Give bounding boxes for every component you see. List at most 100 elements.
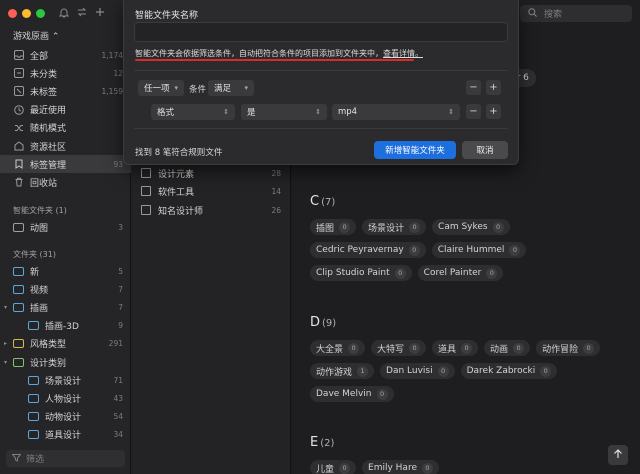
sidebar-item-untagged[interactable]: 未标签 1,159 <box>0 82 131 100</box>
folder-icon <box>13 284 24 295</box>
section-letter: D (9) <box>310 315 337 330</box>
library-switcher[interactable]: 游戏原画 ⌃ <box>13 29 59 42</box>
smart-folder-item[interactable]: 动图 3 <box>0 218 131 236</box>
sidebar-filter-input[interactable]: 筛选 <box>6 450 125 467</box>
tag-chip[interactable]: 儿童 0 <box>310 460 357 474</box>
folder-item[interactable]: ▸ 风格类型 291 <box>0 335 131 353</box>
folder-icon <box>13 302 24 313</box>
scroll-to-top-button[interactable] <box>608 445 628 465</box>
close-window-button[interactable] <box>8 9 17 18</box>
folder-item[interactable]: ▾ 插画 7 <box>0 298 131 316</box>
folder-item[interactable]: 动物设计 54 <box>0 408 131 426</box>
tag-row: Cedric Peyravernay 0 Claire Hummel 0 <box>310 242 527 258</box>
tag-chip[interactable]: 大特写 0 <box>371 340 427 356</box>
tag-chip[interactable]: Dave Melvin 0 <box>310 386 394 402</box>
rule-operator-select[interactable]: 是 ⇕ <box>241 104 327 120</box>
tag-chip[interactable]: 插图 0 <box>310 219 357 235</box>
sidebar-item-tag-manager[interactable]: 标签管理 93 <box>0 155 131 174</box>
add-rule-button[interactable]: + <box>486 104 501 119</box>
arrow-up-icon <box>613 448 623 462</box>
minimize-window-button[interactable] <box>22 9 31 18</box>
folder-item[interactable]: 道具设计 34 <box>0 426 131 444</box>
tag-chip[interactable]: Clip Studio Paint 0 <box>310 265 412 281</box>
disclosure-triangle-icon[interactable]: ▸ <box>4 340 12 347</box>
tag-icon <box>13 159 24 170</box>
clock-icon <box>13 104 24 115</box>
sidebar-nav: 全部 1,174 未分类 12 未标签 1,159 最近使用 随机模式 资源社区 <box>0 46 131 192</box>
match-mode-select[interactable]: 任一项 ▾ <box>138 80 184 96</box>
disclosure-triangle-icon[interactable]: ▾ <box>4 359 12 366</box>
section-letter: C (7) <box>310 194 336 209</box>
dialog-description: 智能文件夹会依据筛选条件，自动把符合条件的项目添加到文件夹中，查看详情。 <box>135 49 423 58</box>
sidebar-toolbar <box>58 5 106 19</box>
untagged-icon <box>13 86 24 97</box>
tag-chip[interactable]: Dan Luvisi 0 <box>380 363 455 379</box>
tag-chip[interactable]: 场景设计 0 <box>362 219 427 235</box>
folder-item[interactable]: 视频 7 <box>0 280 131 298</box>
folder-icon <box>13 338 24 349</box>
cancel-button[interactable]: 取消 <box>462 141 508 159</box>
rule-value-select[interactable]: mp4 ⇕ <box>332 104 460 120</box>
folder-section-header[interactable]: 文件夹 (31) <box>0 247 131 262</box>
shuffle-icon <box>13 122 24 133</box>
unsorted-icon <box>13 68 24 79</box>
tag-group-icon <box>141 205 151 215</box>
folder-name-input[interactable] <box>134 22 508 42</box>
folder-icon <box>28 429 39 440</box>
condition-select[interactable]: 满足 ▾ <box>208 80 254 96</box>
rule-field-select[interactable]: 格式 ⇕ <box>151 104 235 120</box>
sync-icon[interactable] <box>76 5 88 19</box>
tag-group-item[interactable]: 软件工具 14 <box>141 183 281 199</box>
sidebar-item-random[interactable]: 随机模式 <box>0 119 131 137</box>
tag-chip[interactable]: Claire Hummel 0 <box>431 242 527 258</box>
tag-chip[interactable]: Cam Sykes 0 <box>432 219 510 235</box>
section-letter: E (2) <box>310 435 335 450</box>
community-icon <box>13 141 24 152</box>
sidebar-item-trash[interactable]: 回收站 <box>0 173 131 191</box>
remove-group-button[interactable]: − <box>466 80 481 95</box>
folder-icon <box>13 357 24 368</box>
chevron-down-icon: ▾ <box>244 84 248 92</box>
add-group-button[interactable]: + <box>486 80 501 95</box>
remove-rule-button[interactable]: − <box>466 104 481 119</box>
tag-group-item[interactable]: 知名设计师 26 <box>141 202 281 218</box>
folder-item[interactable]: 新 5 <box>0 262 131 280</box>
inbox-icon <box>13 50 24 61</box>
search-icon <box>528 7 537 20</box>
search-input[interactable]: 搜索 <box>520 5 632 22</box>
folder-item[interactable]: 场景设计 71 <box>0 371 131 389</box>
folder-list: 新 5 视频 7 ▾ 插画 7 插画-3D 9 ▸ 风格类型 291 ▾ 设计类… <box>0 262 131 444</box>
tag-chip[interactable]: 道具 0 <box>432 340 479 356</box>
window-controls <box>8 9 45 18</box>
filter-icon <box>11 453 22 464</box>
tag-chip[interactable]: 动作冒险 0 <box>536 340 601 356</box>
tag-chip[interactable]: Darek Zabrocki 0 <box>460 363 558 379</box>
add-icon[interactable] <box>94 5 106 19</box>
sidebar-item-unsorted[interactable]: 未分类 12 <box>0 64 131 82</box>
create-smart-folder-button[interactable]: 新增智能文件夹 <box>374 141 456 159</box>
sidebar-item-recent[interactable]: 最近使用 <box>0 101 131 119</box>
folder-icon <box>28 393 39 404</box>
tag-group-item[interactable]: 设计元素 28 <box>141 165 281 181</box>
folder-item[interactable]: ▾ 设计类别 <box>0 353 131 371</box>
folder-item[interactable]: 人物设计 43 <box>0 389 131 407</box>
zoom-window-button[interactable] <box>36 9 45 18</box>
tag-chip[interactable]: 大全景 0 <box>310 340 366 356</box>
tag-chip[interactable]: Corel Painter 0 <box>417 265 504 281</box>
smart-folder-section-header[interactable]: 智能文件夹 (1) <box>0 203 131 218</box>
bell-icon[interactable] <box>58 5 70 19</box>
folder-icon <box>28 411 39 422</box>
learn-more-link[interactable]: 查看详情。 <box>383 49 423 58</box>
tag-chip[interactable]: 动作游戏 1 <box>310 363 375 379</box>
folder-icon <box>28 320 39 331</box>
sidebar-item-all[interactable]: 全部 1,174 <box>0 46 131 64</box>
tag-chip[interactable]: Cedric Peyravernay 0 <box>310 242 426 258</box>
sidebar-item-community[interactable]: 资源社区 <box>0 137 131 155</box>
disclosure-triangle-icon[interactable]: ▾ <box>4 304 12 311</box>
rules-panel: 任一项 ▾ 条件 满足 ▾ − + 格式 ⇕ 是 ⇕ mp4 ⇕ − + <box>134 70 508 129</box>
tag-row: 儿童 0 Emily Hare 0 <box>310 460 439 474</box>
tag-chip[interactable]: 动画 0 <box>484 340 531 356</box>
chevron-updown-icon: ⇕ <box>315 108 321 116</box>
folder-item[interactable]: 插画-3D 9 <box>0 317 131 335</box>
tag-chip[interactable]: Emily Hare 0 <box>362 460 439 474</box>
